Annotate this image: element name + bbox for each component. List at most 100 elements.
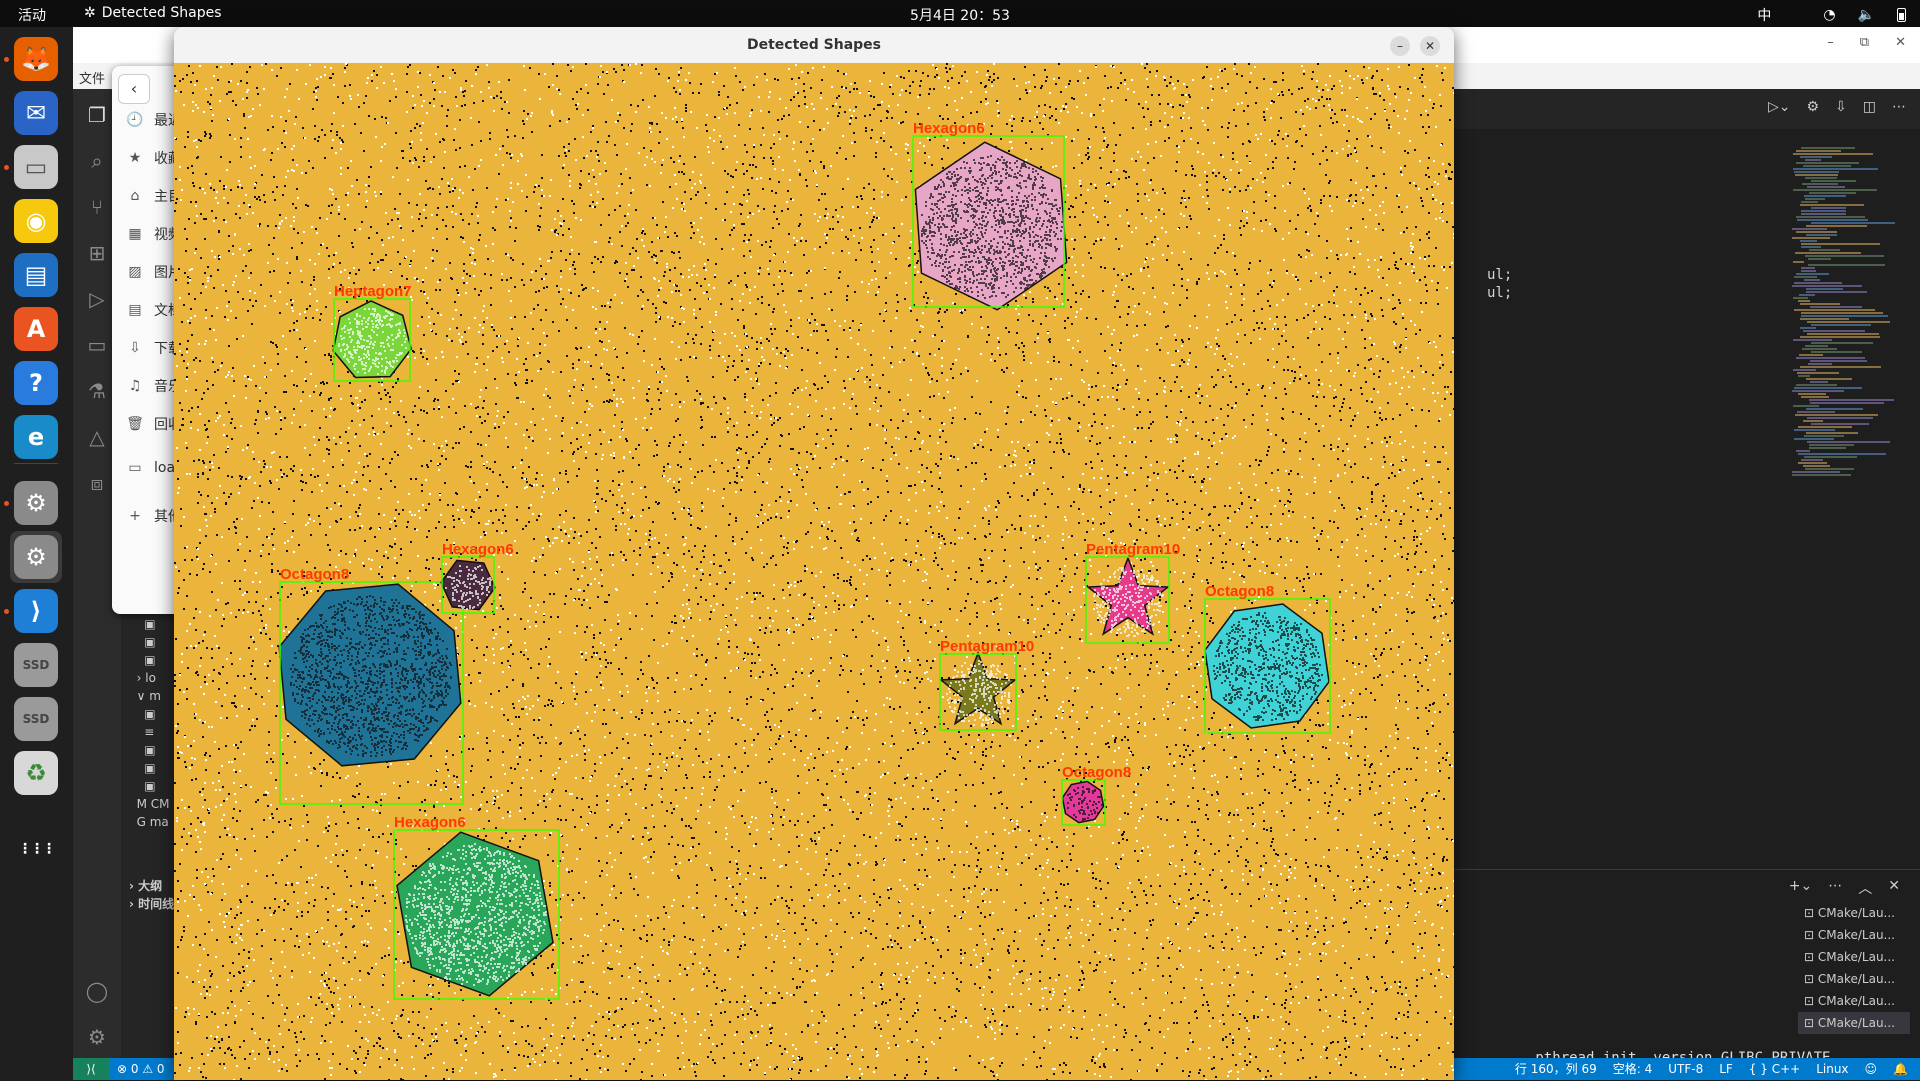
dock-item-help[interactable]: ? xyxy=(10,357,62,409)
settings-icon[interactable]: ⚙ xyxy=(1806,99,1819,115)
close-icon[interactable]: ✕ xyxy=(1895,35,1906,50)
eol[interactable]: LF xyxy=(1719,1058,1733,1080)
terminal-tab[interactable]: ⊡ CMake/Lau... xyxy=(1798,1012,1910,1034)
explorer-tree-row[interactable]: ▣ xyxy=(129,653,155,667)
minimap-line xyxy=(1805,255,1884,257)
minimap-line xyxy=(1805,345,1828,347)
close-panel-icon[interactable]: ✕ xyxy=(1888,878,1900,898)
terminal-tab-label: CMake/Lau... xyxy=(1817,1016,1895,1030)
testing-icon[interactable]: ⚗ xyxy=(85,379,109,403)
dock-item-show-apps[interactable]: ⋮⋮⋮ xyxy=(10,823,62,875)
terminal-tab[interactable]: ⊡ CMake/Lau... xyxy=(1798,924,1910,946)
dock-item-trash[interactable]: ♻ xyxy=(10,747,62,799)
explorer-tree-row[interactable]: ▣ xyxy=(129,743,155,757)
notifications-icon[interactable]: 🔔 xyxy=(1893,1058,1908,1080)
dock-item-ssd-2[interactable]: SSD xyxy=(10,693,62,745)
maximize-panel-icon[interactable]: ︿ xyxy=(1858,878,1872,898)
search-icon[interactable]: ⌕ xyxy=(85,149,109,173)
files-icon: ▭ xyxy=(14,145,58,189)
volume-icon[interactable]: 🔈 xyxy=(1858,7,1875,23)
minimap-line xyxy=(1793,261,1804,263)
os-indicator[interactable]: Linux xyxy=(1816,1058,1848,1080)
extensions-icon[interactable]: ⊞ xyxy=(85,241,109,265)
explorer-tree-row[interactable]: › 大纲 xyxy=(129,877,162,894)
run-debug-icon[interactable]: ▷ xyxy=(85,287,109,311)
help-icon: ? xyxy=(14,361,58,405)
edge-icon: e xyxy=(14,415,58,459)
more-icon[interactable]: ⋯ xyxy=(1828,878,1842,898)
dock-item-edge[interactable]: e xyxy=(10,411,62,463)
minimize-button[interactable]: – xyxy=(1390,36,1410,56)
save-icon[interactable]: ⇩ xyxy=(1835,99,1847,115)
wifi-icon[interactable]: ◔ xyxy=(1823,7,1835,23)
close-button[interactable]: ✕ xyxy=(1420,36,1440,56)
encoding[interactable]: UTF-8 xyxy=(1668,1058,1703,1080)
cursor-position[interactable]: 行 160，列 69 xyxy=(1515,1058,1597,1080)
dock-item-vscode[interactable]: ⟩ xyxy=(10,585,62,637)
explorer-tree-row[interactable]: ▣ xyxy=(129,761,155,775)
explorer-tree-row[interactable]: › 时间线 xyxy=(129,895,174,912)
minimap-line xyxy=(1793,339,1832,341)
input-method-indicator[interactable]: 中 xyxy=(1757,5,1771,25)
remote-explorer-icon[interactable]: ▭ xyxy=(85,333,109,357)
minimap-line xyxy=(1806,291,1867,293)
explorer-tree-row[interactable]: ▣ xyxy=(129,779,155,793)
terminal-tab[interactable]: ⊡ CMake/Lau... xyxy=(1798,990,1910,1012)
problems-indicator[interactable]: ⊗ 0 ⚠ 0 xyxy=(109,1058,173,1080)
menu-file[interactable]: 文件 xyxy=(79,68,105,87)
place-icon: + xyxy=(129,508,141,524)
indentation[interactable]: 空格: 4 xyxy=(1613,1058,1653,1080)
shape-label: Heptagon7 xyxy=(334,283,412,300)
dock-item-files[interactable]: ▭ xyxy=(10,141,62,193)
dock-item-settings-1[interactable]: ⚙ xyxy=(10,477,62,529)
docker-icon[interactable]: ⧈ xyxy=(85,471,109,495)
dock-item-thunderbird[interactable]: ✉ xyxy=(10,87,62,139)
run-icon[interactable]: ▷⌄ xyxy=(1768,99,1791,115)
manage-gear-icon[interactable]: ⚙ xyxy=(85,1025,109,1049)
place-icon: ★ xyxy=(128,150,142,166)
explorer-icon[interactable]: ❐ xyxy=(85,103,109,127)
clock[interactable]: 5月4日 20：53 xyxy=(0,5,1920,25)
minimap-line xyxy=(1802,183,1838,185)
minimize-icon[interactable]: – xyxy=(1827,35,1834,50)
remote-icon[interactable]: ⟩⟨ xyxy=(73,1058,109,1080)
language-mode[interactable]: { } C++ xyxy=(1749,1058,1800,1080)
explorer-tree-row[interactable]: ▣ xyxy=(129,617,155,631)
dock-item-app-center[interactable]: A xyxy=(10,303,62,355)
explorer-tree-row[interactable]: M CM xyxy=(129,797,170,811)
terminal-tab[interactable]: ⊡ CMake/Lau... xyxy=(1798,902,1910,924)
source-control-icon[interactable]: ⑂ xyxy=(85,195,109,219)
minimap[interactable] xyxy=(1788,147,1908,487)
dock-item-rhythmbox[interactable]: ◉ xyxy=(10,195,62,247)
feedback-icon[interactable]: ☺ xyxy=(1865,1058,1878,1080)
explorer-tree-row[interactable]: ▣ xyxy=(129,707,155,721)
minimap-line xyxy=(1801,267,1815,269)
minimap-line xyxy=(1793,153,1873,155)
minimap-line xyxy=(1807,186,1845,188)
minimap-line xyxy=(1809,249,1840,251)
explorer-tree-row[interactable]: ▣ xyxy=(129,635,155,649)
code-line[interactable]: ul; xyxy=(1487,267,1512,283)
minimap-line xyxy=(1798,426,1852,428)
terminal-tab[interactable]: ⊡ CMake/Lau... xyxy=(1798,946,1910,968)
dock-item-firefox[interactable]: 🦊 xyxy=(10,33,62,85)
cmake-icon[interactable]: △ xyxy=(85,425,109,449)
back-button[interactable]: ‹ xyxy=(118,74,150,104)
battery-icon[interactable] xyxy=(1897,8,1906,22)
explorer-tree-row[interactable]: › lo xyxy=(129,671,156,685)
dock-item-writer[interactable]: ▤ xyxy=(10,249,62,301)
split-editor-icon[interactable]: ◫ xyxy=(1863,99,1876,115)
dock-item-ssd-1[interactable]: SSD xyxy=(10,639,62,691)
account-icon[interactable]: ◯ xyxy=(85,979,109,1003)
minimap-line xyxy=(1797,372,1839,374)
add-terminal-icon[interactable]: +⌄ xyxy=(1789,878,1812,898)
explorer-tree-row[interactable]: G ma xyxy=(129,815,169,829)
minimap-line xyxy=(1809,399,1894,401)
dock-item-settings-2[interactable]: ⚙ xyxy=(10,531,62,583)
restore-icon[interactable]: ⧉ xyxy=(1860,35,1869,50)
more-icon[interactable]: ⋯ xyxy=(1892,99,1906,115)
explorer-tree-row[interactable]: ≡ xyxy=(129,725,154,739)
code-line[interactable]: ul; xyxy=(1487,285,1512,301)
terminal-tab[interactable]: ⊡ CMake/Lau... xyxy=(1798,968,1910,990)
explorer-tree-row[interactable]: ∨ m xyxy=(129,689,161,703)
